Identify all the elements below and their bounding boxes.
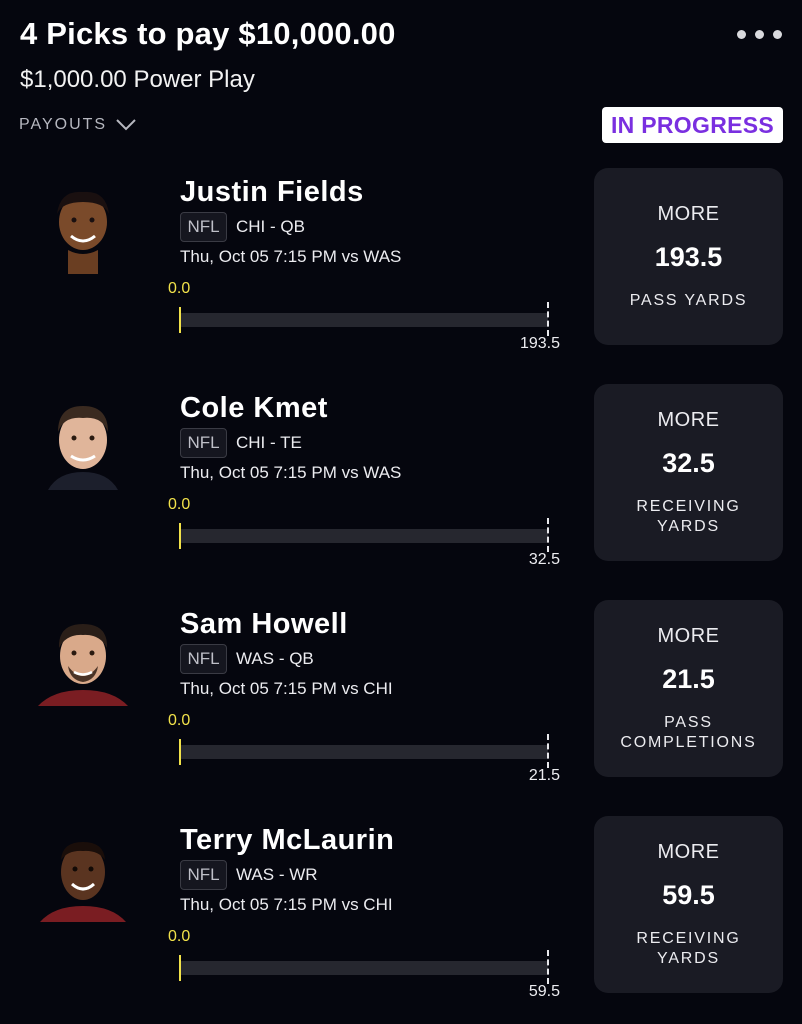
payouts-label: PAYOUTS <box>19 116 108 133</box>
team-position: CHI - QB <box>236 217 305 236</box>
projection-card[interactable]: MORE 21.5 PASS COMPLETIONS <box>594 600 783 777</box>
target-marker <box>547 734 549 768</box>
target-value: 59.5 <box>528 983 560 1000</box>
game-info: Thu, Oct 05 7:15 PM vs CHI <box>180 895 393 914</box>
stat-type: PASS COMPLETIONS <box>620 713 757 751</box>
stat-type: PASS YARDS <box>629 291 748 309</box>
game-info: Thu, Oct 05 7:15 PM vs WAS <box>180 247 402 266</box>
player-name: Sam Howell <box>180 608 348 640</box>
projection-line: 59.5 <box>662 879 715 910</box>
projection-line: 32.5 <box>662 447 715 478</box>
play-type-subtitle: $1,000.00 Power Play <box>20 66 255 93</box>
page-title: 4 Picks to pay $10,000.00 <box>20 16 396 51</box>
league-badge: NFL <box>180 428 227 458</box>
progress-bar <box>180 961 548 975</box>
pick-direction: MORE <box>657 624 720 647</box>
team-position: WAS - WR <box>236 865 318 884</box>
player-avatar <box>38 624 128 706</box>
chevron-down-icon <box>116 119 136 131</box>
more-options-button[interactable] <box>737 30 782 39</box>
pick-row: Sam Howell NFL WAS - QB Thu, Oct 05 7:15… <box>0 600 802 808</box>
progress-bar <box>180 529 548 543</box>
target-value: 21.5 <box>528 767 560 784</box>
player-name: Justin Fields <box>180 176 364 208</box>
progress-current-marker <box>179 955 181 981</box>
target-marker <box>547 518 549 552</box>
league-badge: NFL <box>180 644 227 674</box>
current-stat-value: 0.0 <box>168 928 191 945</box>
player-avatar <box>48 406 118 490</box>
game-info: Thu, Oct 05 7:15 PM vs CHI <box>180 679 393 698</box>
projection-line: 21.5 <box>662 663 715 694</box>
current-stat-value: 0.0 <box>168 496 191 513</box>
progress-bar <box>180 313 548 327</box>
current-stat-value: 0.0 <box>168 712 191 729</box>
payouts-toggle[interactable]: PAYOUTS <box>19 116 137 134</box>
target-value: 193.5 <box>519 335 560 352</box>
target-marker <box>547 950 549 984</box>
status-badge: IN PROGRESS <box>602 107 783 143</box>
current-stat-value: 0.0 <box>168 280 191 297</box>
progress-bar <box>180 745 548 759</box>
stat-type: RECEIVING YARDS <box>636 929 741 967</box>
pick-direction: MORE <box>657 840 720 863</box>
pick-row: Justin Fields NFL CHI - QB Thu, Oct 05 7… <box>0 168 802 376</box>
player-avatar <box>57 191 109 274</box>
progress-current-marker <box>179 739 181 765</box>
league-badge: NFL <box>180 860 227 890</box>
more-dot-icon <box>773 30 782 39</box>
projection-card[interactable]: MORE 32.5 RECEIVING YARDS <box>594 384 783 561</box>
target-value: 32.5 <box>528 551 560 568</box>
projection-card[interactable]: MORE 59.5 RECEIVING YARDS <box>594 816 783 993</box>
game-info: Thu, Oct 05 7:15 PM vs WAS <box>180 463 402 482</box>
team-position: WAS - QB <box>236 649 314 668</box>
pick-row: Terry McLaurin NFL WAS - WR Thu, Oct 05 … <box>0 816 802 1024</box>
player-name: Cole Kmet <box>180 392 328 424</box>
more-dot-icon <box>755 30 764 39</box>
team-position: CHI - TE <box>236 433 302 452</box>
projection-card[interactable]: MORE 193.5 PASS YARDS <box>594 168 783 345</box>
pick-direction: MORE <box>657 202 720 225</box>
player-avatar <box>40 842 126 922</box>
progress-current-marker <box>179 523 181 549</box>
pick-direction: MORE <box>657 408 720 431</box>
player-name: Terry McLaurin <box>180 824 395 856</box>
pick-row: Cole Kmet NFL CHI - TE Thu, Oct 05 7:15 … <box>0 384 802 592</box>
target-marker <box>547 302 549 336</box>
league-badge: NFL <box>180 212 227 242</box>
progress-current-marker <box>179 307 181 333</box>
more-dot-icon <box>737 30 746 39</box>
stat-type: RECEIVING YARDS <box>636 497 741 535</box>
projection-line: 193.5 <box>654 241 723 272</box>
